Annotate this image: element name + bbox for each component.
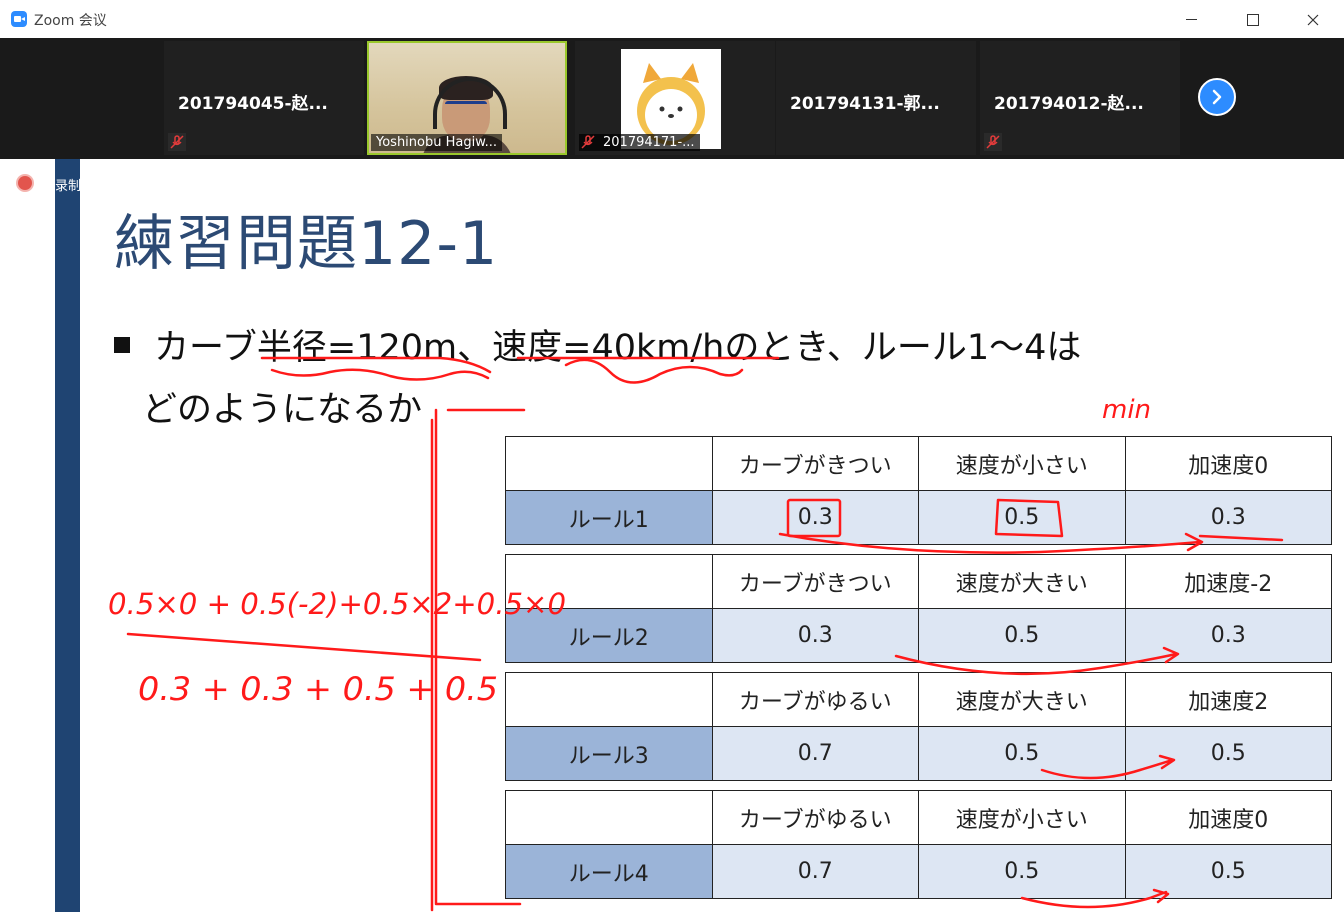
recording-label: 录制	[55, 179, 82, 194]
participant-tile[interactable]: 201794171-...	[575, 41, 775, 155]
participant-name: 201794171-...	[579, 134, 700, 151]
next-participants-button[interactable]	[1198, 78, 1236, 116]
maximize-icon	[1247, 13, 1259, 26]
rule-table-3: カーブがゆるい 速度が大きい 加速度2 ルール3 0.7 0.5 0.5	[505, 672, 1332, 781]
zoom-app-icon	[11, 11, 27, 27]
bullet-icon	[114, 337, 130, 353]
maximize-button[interactable]	[1230, 4, 1276, 34]
value-cell: 0.7	[711, 726, 919, 781]
value-cell: 0.5	[918, 844, 1126, 899]
value-cell: 0.5	[1124, 726, 1332, 781]
chevron-right-icon	[1212, 89, 1222, 105]
value-cell: 0.3	[711, 608, 919, 663]
rule-name-cell: ルール3	[505, 726, 713, 781]
header-cell: カーブがゆるい	[711, 672, 919, 727]
slide-title: 練習問題12-1	[114, 209, 499, 279]
empty-cell	[505, 672, 713, 727]
participant-tile[interactable]: 201794131-郭...	[776, 41, 976, 155]
value-cell: 0.3	[1124, 608, 1332, 663]
rule-name-cell: ルール1	[505, 490, 713, 545]
rule-name-cell: ルール4	[505, 844, 713, 899]
header-cell: 速度が大きい	[918, 554, 1126, 609]
empty-cell	[505, 554, 713, 609]
bullet-line-2: どのようになるか	[142, 390, 423, 430]
value-cell: 0.7	[711, 844, 919, 899]
glasses	[445, 101, 487, 113]
header-cell: 加速度0	[1124, 790, 1332, 845]
value-cell: 0.3	[1124, 490, 1332, 545]
empty-cell	[505, 790, 713, 845]
header-cell: 速度が小さい	[918, 790, 1126, 845]
slide-accent-bar	[55, 159, 80, 912]
header-cell: 加速度0	[1124, 436, 1332, 491]
close-icon	[1307, 14, 1319, 25]
participant-name: 201794131-郭...	[790, 94, 940, 114]
window-title: Zoom 会议	[34, 13, 107, 29]
header-cell: カーブがゆるい	[711, 790, 919, 845]
header-cell: 速度が小さい	[918, 436, 1126, 491]
bullet-text: カーブ半径=120m、速度=40km/hのとき、ルール1〜4は	[114, 319, 1081, 370]
rule-table-4: カーブがゆるい 速度が小さい 加速度0 ルール4 0.7 0.5 0.5	[505, 790, 1332, 899]
participant-name: Yoshinobu Hagiw...	[371, 134, 503, 151]
value-cell: 0.3	[711, 490, 919, 545]
minimize-button[interactable]	[1168, 4, 1214, 34]
header-cell: カーブがきつい	[711, 436, 919, 491]
header-cell: 加速度-2	[1124, 554, 1332, 609]
rule-table-2: カーブがきつい 速度が大きい 加速度-2 ルール2 0.3 0.5 0.3	[505, 554, 1332, 663]
participant-name: 201794012-赵...	[994, 94, 1144, 114]
participant-name: 201794045-赵...	[178, 94, 328, 114]
participant-tile[interactable]: 201794012-赵...	[980, 41, 1180, 155]
close-button[interactable]	[1290, 4, 1336, 34]
rule-name-cell: ルール2	[505, 608, 713, 663]
participant-strip: 201794045-赵... Yoshinobu Hagiw... 201794…	[0, 38, 1344, 159]
header-cell: 加速度2	[1124, 672, 1332, 727]
rule-table-1: カーブがきつい 速度が小さい 加速度0 ルール1 0.3 0.5 0.3	[505, 436, 1332, 545]
recording-icon[interactable]	[18, 176, 32, 190]
left-gutter	[0, 159, 56, 912]
value-cell: 0.5	[918, 608, 1126, 663]
bullet-line-1: カーブ半径=120m、速度=40km/hのとき、ルール1〜4は	[154, 328, 1082, 368]
empty-cell	[505, 436, 713, 491]
muted-mic-icon	[168, 133, 186, 151]
muted-mic-icon	[984, 133, 1002, 151]
header-cell: 速度が大きい	[918, 672, 1126, 727]
value-cell: 0.5	[918, 726, 1126, 781]
header-cell: カーブがきつい	[711, 554, 919, 609]
window-titlebar: Zoom 会议	[0, 0, 1344, 39]
muted-mic-icon	[579, 133, 597, 151]
participant-video-tile[interactable]: Yoshinobu Hagiw...	[367, 41, 567, 155]
minimize-icon	[1185, 19, 1197, 20]
value-cell: 0.5	[1124, 844, 1332, 899]
participant-tile[interactable]: 201794045-赵...	[164, 41, 364, 155]
value-cell: 0.5	[918, 490, 1126, 545]
